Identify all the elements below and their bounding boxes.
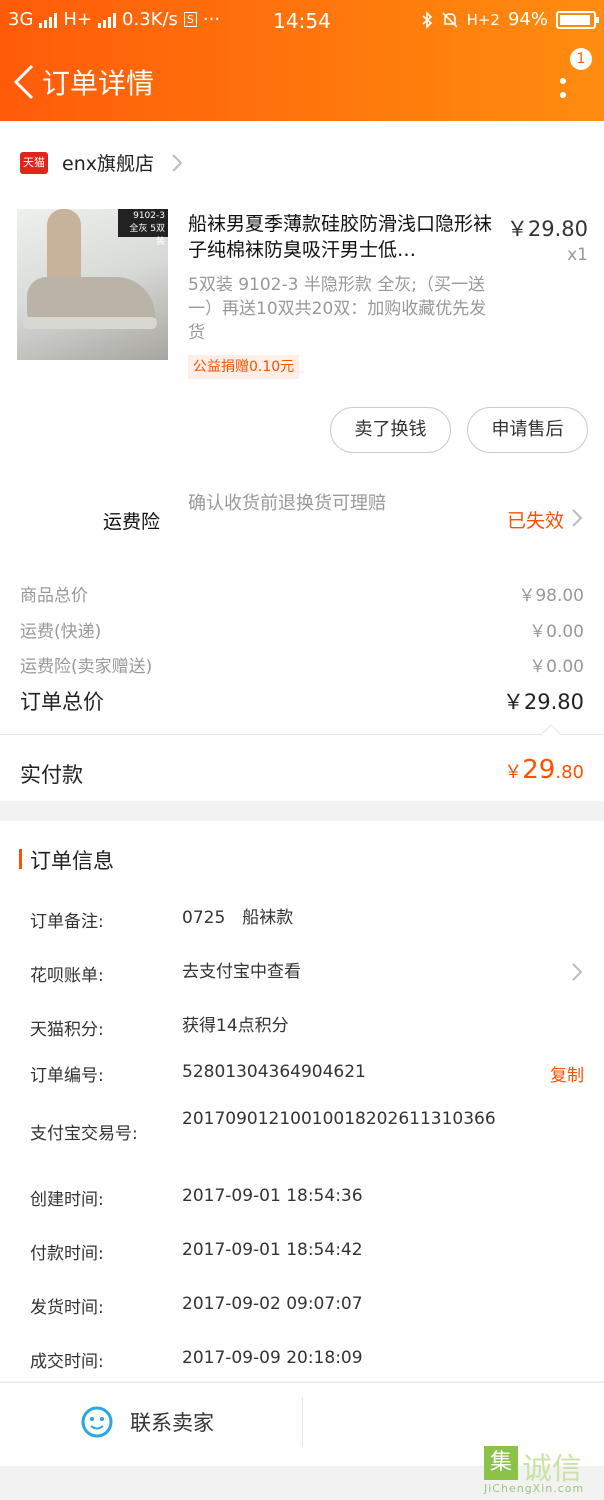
closed-time-value: 2017-09-09 20:18:09: [182, 1348, 363, 1368]
paid-integer: 29: [522, 755, 556, 785]
shipping-insurance-row[interactable]: 运费险 确认收货前退换货可理赔 已失效: [0, 489, 604, 549]
image-tag-line1: 9102-3: [133, 211, 165, 221]
product-sku: 5双装 9102-3 半隐形款 全灰;（买一送一）再送10双共20双：加购收藏优…: [188, 275, 487, 343]
charity-tag: 公益捐赠0.10元: [188, 355, 300, 379]
created-time-value: 2017-09-01 18:54:36: [182, 1186, 363, 1206]
insurance-label: 运费险: [103, 511, 161, 533]
goods-total-row: 商品总价 ￥98.00: [20, 581, 584, 606]
goods-total-value: ￥98.00: [518, 586, 584, 606]
product-quantity: x1: [567, 245, 588, 265]
shop-name: enx旗舰店: [62, 153, 154, 175]
order-info-section: 订单信息 订单备注: 0725 船袜款 花呗账单: 去支付宝中查看 天猫积分: …: [0, 821, 604, 1381]
product-image-sole: [23, 317, 157, 329]
alipay-trade-label: 支付宝交易号:: [30, 1124, 138, 1144]
shipping-fee-value: ￥0.00: [529, 622, 584, 642]
order-info-title: 订单信息: [30, 849, 114, 873]
note-value: 0725 船袜款: [182, 908, 294, 928]
order-number-label: 订单编号:: [30, 1066, 104, 1086]
product-image-tag: 9102-3 全灰 5双装: [118, 209, 168, 247]
product-title[interactable]: 船袜男夏季薄款硅胶防滑浅口隐形袜子纯棉袜防臭吸汗男士低…: [188, 211, 496, 263]
paid-time-label: 付款时间:: [30, 1244, 104, 1264]
chat-face-icon: [81, 1406, 113, 1438]
notification-badge: 1: [570, 48, 592, 70]
bluetooth-icon: [422, 10, 432, 29]
alipay-trade-value: 20170901210010018202611310366: [182, 1109, 496, 1129]
shipped-time-value: 2017-09-02 09:07:07: [182, 1294, 363, 1314]
network-h2-label: H+2: [466, 10, 500, 29]
back-arrow-icon[interactable]: [10, 64, 40, 100]
copy-button[interactable]: 复制: [550, 1061, 584, 1086]
huabei-label: 花呗账单:: [30, 966, 104, 986]
huabei-link[interactable]: 去支付宝中查看: [182, 961, 502, 983]
insurance-desc: 确认收货前退换货可理赔: [188, 493, 386, 514]
watermark: 集 诚信 JiChengXin.com: [482, 1444, 600, 1496]
chevron-right-icon[interactable]: [572, 963, 582, 981]
footer-divider: [302, 1397, 303, 1447]
image-tag-line2: 全灰 5双装: [129, 224, 165, 247]
battery-fill: [560, 14, 591, 25]
paid-label: 实付款: [20, 763, 83, 787]
insurance-fee-value: ￥0.00: [529, 657, 584, 677]
contact-seller-button[interactable]: 联系卖家: [80, 1405, 214, 1439]
after-sale-button[interactable]: 申请售后: [467, 407, 588, 453]
insurance-fee-label: 运费险(卖家赠送): [20, 657, 153, 677]
sell-button[interactable]: 卖了换钱: [330, 407, 451, 453]
insurance-status: 已失效: [506, 510, 564, 532]
closed-time-label: 成交时间:: [30, 1352, 104, 1372]
paid-decimal: .80: [555, 762, 584, 783]
page-title: 订单详情: [42, 67, 155, 100]
order-card: 天猫 enx旗舰店 9102-3 全灰 5双装 船袜男夏季薄款硅胶防滑浅口隐形袜…: [0, 121, 604, 801]
tmall-logo: 天猫: [20, 151, 48, 174]
watermark-box: 集: [484, 1446, 518, 1480]
note-label: 订单备注:: [30, 912, 104, 932]
section-accent-bar: [19, 849, 22, 869]
points-label: 天猫积分:: [30, 1020, 104, 1040]
paid-amount: ￥29.80: [504, 755, 584, 785]
app-header: 3G H+ 0.3K/s S ··· 14:54 H+2 94% 订单详情 1: [0, 0, 604, 121]
product-price: ￥29.80: [506, 217, 588, 241]
paid-time-value: 2017-09-01 18:54:42: [182, 1240, 363, 1260]
order-total-row: 订单总价 ￥29.80: [20, 686, 584, 716]
order-total-value: ￥29.80: [502, 690, 584, 714]
chevron-right-icon: [172, 153, 182, 172]
more-menu-button[interactable]: 1: [538, 48, 592, 108]
watermark-url: JiChengXin.com: [484, 1482, 585, 1495]
shop-row[interactable]: 天猫 enx旗舰店: [20, 149, 182, 176]
created-time-label: 创建时间:: [30, 1190, 104, 1210]
mute-bell-icon: [442, 11, 458, 28]
points-value: 获得14点积分: [182, 1016, 289, 1036]
battery-icon: [556, 10, 599, 29]
order-total-label: 订单总价: [20, 690, 104, 714]
battery-percent: 94%: [507, 9, 548, 30]
paid-currency: ￥: [504, 762, 523, 783]
chevron-right-icon: [572, 509, 582, 527]
shipped-time-label: 发货时间:: [30, 1298, 104, 1318]
shipping-fee-row: 运费(快递) ￥0.00: [20, 617, 584, 642]
order-number-value: 52801304364904621: [182, 1062, 366, 1082]
divider-notch: [541, 724, 561, 744]
contact-seller-label: 联系卖家: [130, 1411, 214, 1435]
status-right: H+2 94%: [421, 9, 599, 30]
status-bar: 3G H+ 0.3K/s S ··· 14:54 H+2 94%: [0, 0, 604, 40]
shipping-fee-label: 运费(快递): [20, 622, 102, 642]
more-dot-icon: [560, 78, 566, 84]
product-image[interactable]: 9102-3 全灰 5双装: [17, 209, 168, 360]
nav-bar: 订单详情 1: [0, 40, 604, 121]
goods-total-label: 商品总价: [20, 586, 88, 606]
divider: [0, 734, 604, 735]
insurance-fee-row: 运费险(卖家赠送) ￥0.00: [20, 652, 584, 677]
more-dot-icon: [560, 92, 566, 98]
